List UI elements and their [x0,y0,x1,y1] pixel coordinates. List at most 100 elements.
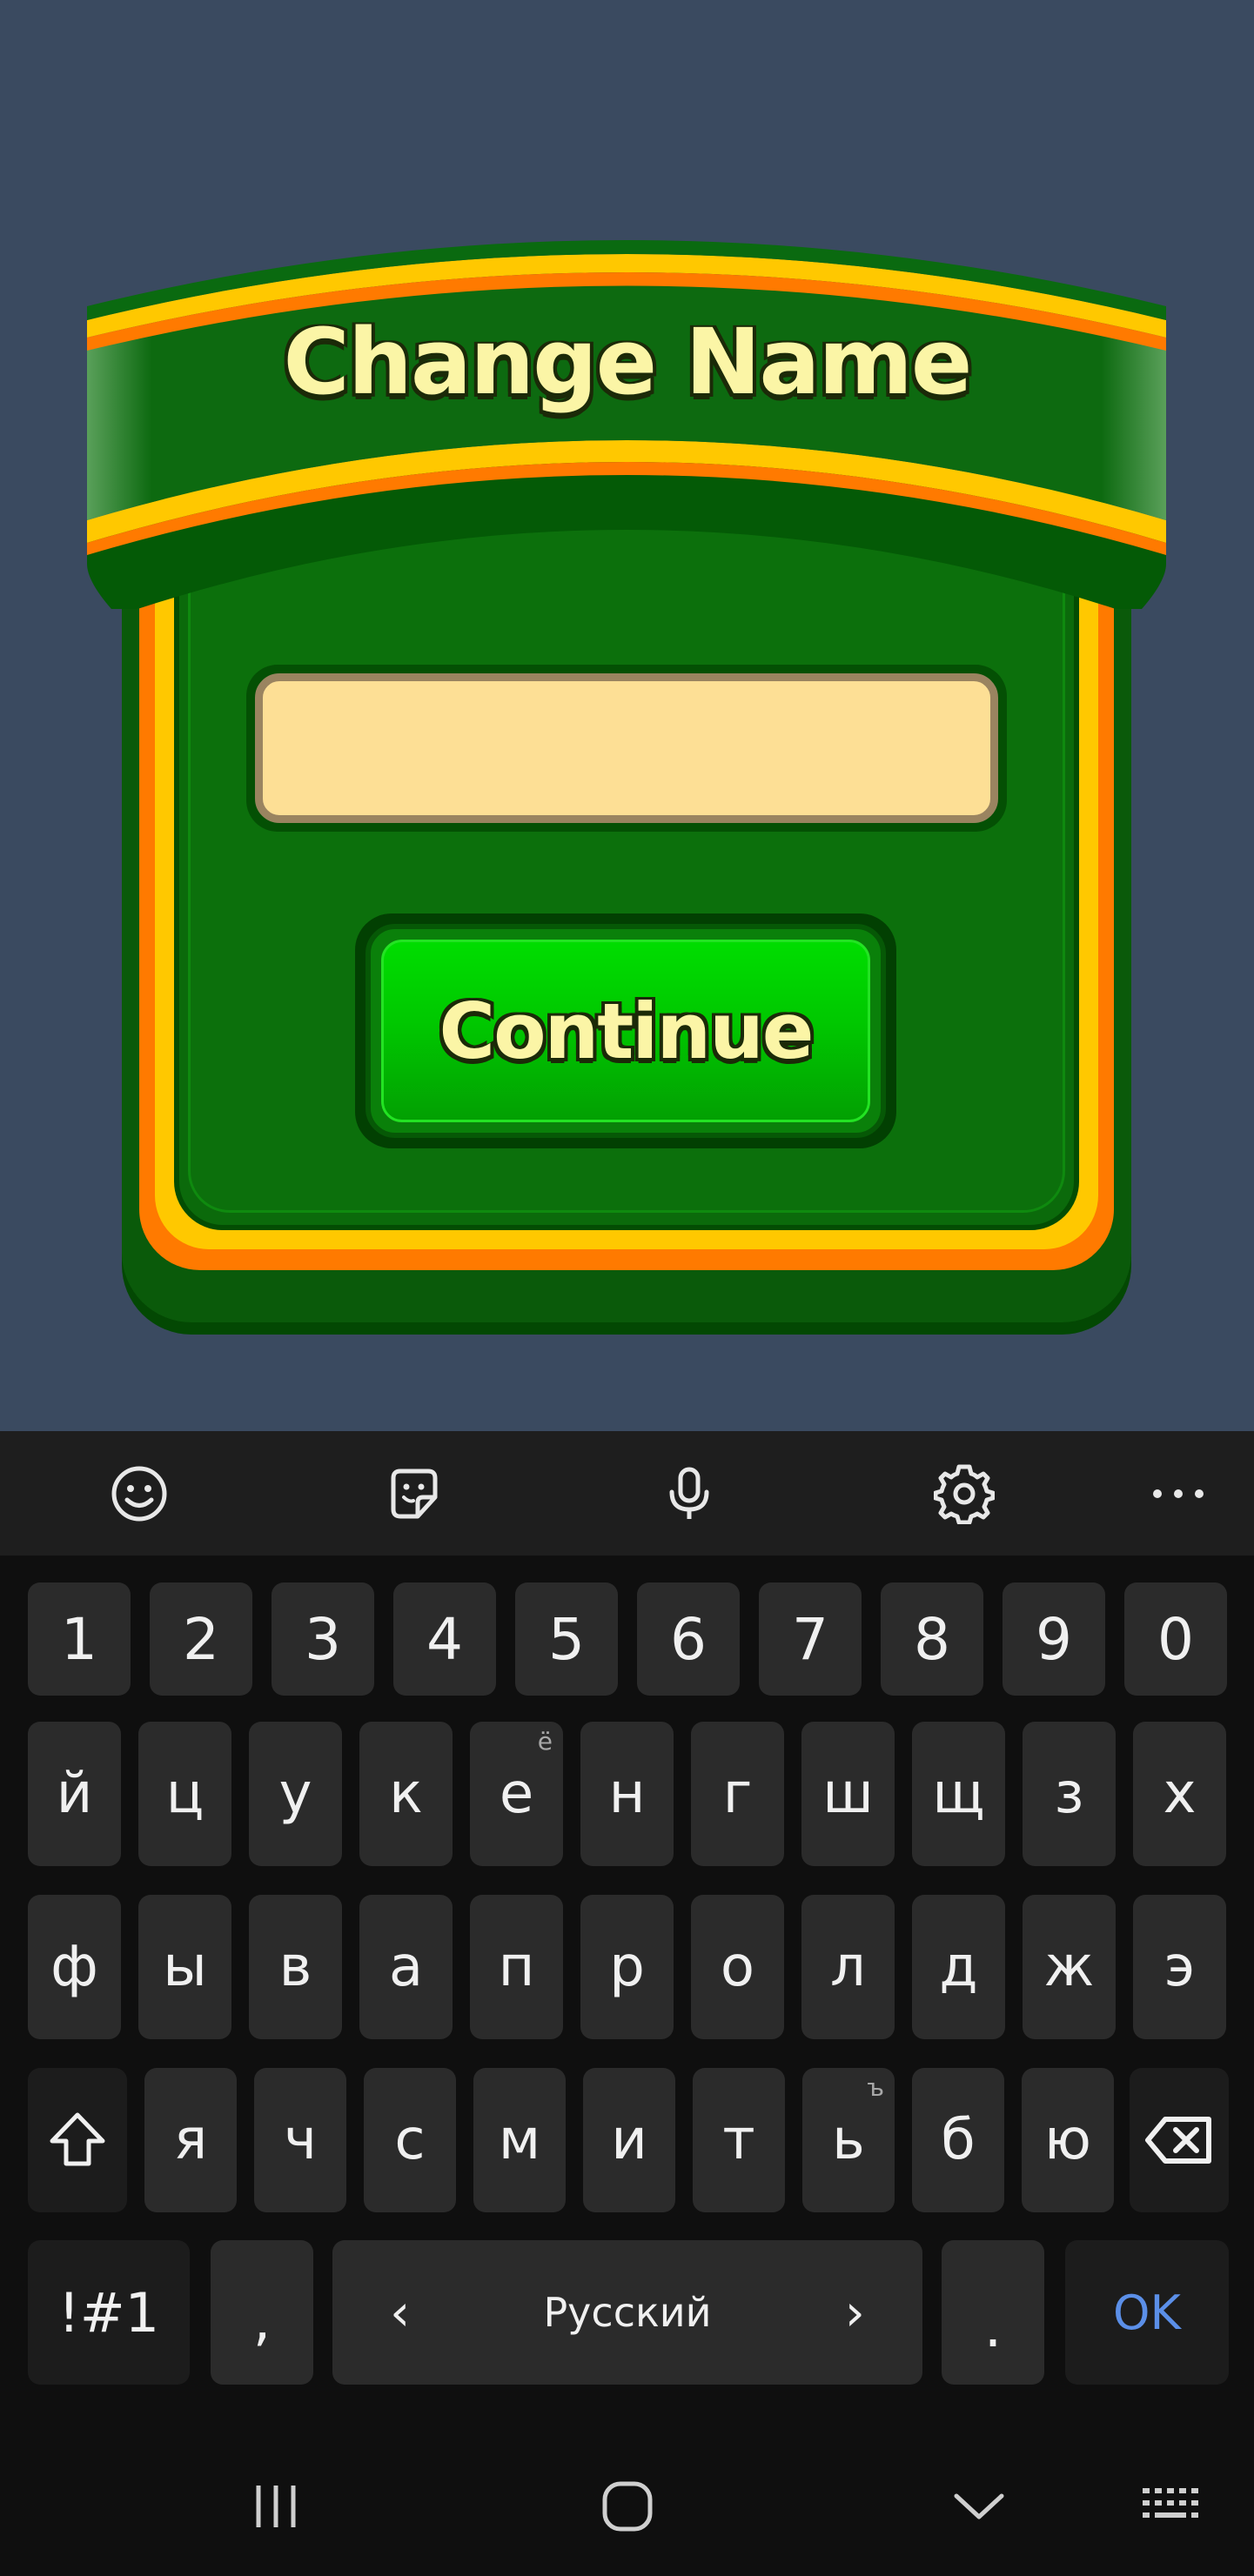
key-row3-4-label: и [611,2108,647,2172]
backspace-key[interactable] [1130,2068,1229,2212]
key-row1-1[interactable]: ц [138,1722,231,1866]
shift-key[interactable] [28,2068,127,2212]
key-row2-8[interactable]: д [912,1895,1005,2039]
key-3[interactable]: 3 [272,1582,374,1696]
key-row3-2[interactable]: с [364,2068,456,2212]
key-row1-6[interactable]: г [691,1722,784,1866]
home-icon[interactable] [588,2472,667,2541]
key-4[interactable]: 4 [393,1582,496,1696]
key-row1-4[interactable]: её [470,1722,563,1866]
key-row2-3-label: а [388,1935,424,1999]
space-right-arrow-icon[interactable]: › [845,2283,865,2342]
key-1-label: 1 [61,1605,97,1673]
keyboard-switch-icon[interactable] [1135,2472,1213,2541]
key-row3-6-label: ь [832,2108,865,2172]
continue-button[interactable]: Continue [355,913,896,1148]
key-row3-2-label: с [394,2108,426,2172]
key-row2-1[interactable]: ы [138,1895,231,2039]
space-key[interactable]: ‹ Русский › [332,2240,922,2385]
key-row3-6-alt-hint: ъ [867,2073,884,2102]
key-0[interactable]: 0 [1124,1582,1227,1696]
key-row1-7[interactable]: ш [801,1722,895,1866]
key-0-label: 0 [1157,1605,1194,1673]
key-3-label: 3 [305,1605,341,1673]
key-row2-7[interactable]: л [801,1895,895,2039]
key-row3-7[interactable]: б [912,2068,1004,2212]
key-row2-8-label: д [939,1935,978,1999]
key-row3-3-label: м [498,2108,541,2172]
more-icon[interactable] [1145,1461,1211,1527]
key-2-label: 2 [183,1605,219,1673]
key-row2-4[interactable]: п [470,1895,563,2039]
symbols-key[interactable]: !#1 [28,2240,190,2385]
recent-apps-icon[interactable] [237,2472,315,2541]
key-5[interactable]: 5 [515,1582,618,1696]
key-row1-6-label: г [722,1762,753,1826]
ok-key[interactable]: OK [1065,2240,1229,2385]
sticker-icon[interactable] [381,1461,447,1527]
key-row2-9[interactable]: ж [1023,1895,1116,2039]
key-row1-8-label: щ [932,1762,985,1826]
key-row2-2[interactable]: в [249,1895,342,2039]
key-row1-9-label: з [1054,1762,1084,1826]
key-row3-6[interactable]: ьъ [802,2068,895,2212]
period-key[interactable]: . [942,2240,1044,2385]
key-row3-1[interactable]: ч [254,2068,346,2212]
key-row2-1-label: ы [163,1935,207,1999]
key-row2-0-label: ф [50,1935,98,1999]
key-row1-3[interactable]: к [359,1722,453,1866]
settings-icon[interactable] [931,1461,997,1527]
key-row3-8[interactable]: ю [1022,2068,1114,2212]
key-row3-8-label: ю [1044,2108,1091,2172]
key-row2-5-label: р [609,1935,645,1999]
key-row1-0[interactable]: й [28,1722,121,1866]
key-1[interactable]: 1 [28,1582,131,1696]
continue-button-label: Continue [439,986,815,1076]
key-row2-6[interactable]: о [691,1895,784,2039]
key-row1-2-label: у [278,1762,312,1826]
key-6[interactable]: 6 [637,1582,740,1696]
key-row2-10[interactable]: э [1133,1895,1226,2039]
key-row2-0[interactable]: ф [28,1895,121,2039]
keyboard: 1234567890йцукеёнгшщзхфывапролджэячсмить… [0,1431,1254,2437]
key-9[interactable]: 9 [1003,1582,1105,1696]
key-row1-5[interactable]: н [580,1722,674,1866]
key-row1-9[interactable]: з [1023,1722,1116,1866]
key-row1-2[interactable]: у [249,1722,342,1866]
key-row3-5[interactable]: т [693,2068,785,2212]
key-6-label: 6 [670,1605,707,1673]
key-row1-4-alt-hint: ё [537,1727,553,1756]
key-2[interactable]: 2 [150,1582,252,1696]
key-7[interactable]: 7 [759,1582,862,1696]
name-input-frame [246,665,1007,832]
game-screen: Change Name Continue [0,0,1254,1431]
key-row2-7-label: л [830,1935,866,1999]
key-row3-5-label: т [722,2108,755,2172]
key-row1-8[interactable]: щ [912,1722,1005,1866]
title-banner [87,240,1166,609]
key-row1-5-label: н [608,1762,646,1826]
name-input[interactable] [255,673,998,823]
space-left-arrow-icon[interactable]: ‹ [390,2283,410,2342]
key-row1-4-label: е [499,1762,534,1826]
microphone-icon[interactable] [656,1461,722,1527]
key-5-label: 5 [548,1605,585,1673]
key-row1-0-label: й [56,1762,93,1826]
hide-keyboard-icon[interactable] [940,2472,1018,2541]
key-row2-2-label: в [278,1935,312,1999]
key-row1-10[interactable]: х [1133,1722,1226,1866]
key-row3-0-label: я [173,2108,208,2172]
key-row3-4[interactable]: и [583,2068,675,2212]
shift-icon [50,2112,105,2166]
key-row3-3[interactable]: м [473,2068,566,2212]
comma-key[interactable]: , [211,2240,313,2385]
key-row2-5[interactable]: р [580,1895,674,2039]
keyboard-toolbar [0,1431,1254,1556]
key-row3-1-label: ч [284,2108,317,2172]
key-row2-3[interactable]: а [359,1895,453,2039]
continue-button-rim: Continue [365,924,886,1138]
key-row2-10-label: э [1163,1935,1196,1999]
key-8[interactable]: 8 [881,1582,983,1696]
key-row3-0[interactable]: я [144,2068,237,2212]
emoji-icon[interactable] [106,1461,172,1527]
